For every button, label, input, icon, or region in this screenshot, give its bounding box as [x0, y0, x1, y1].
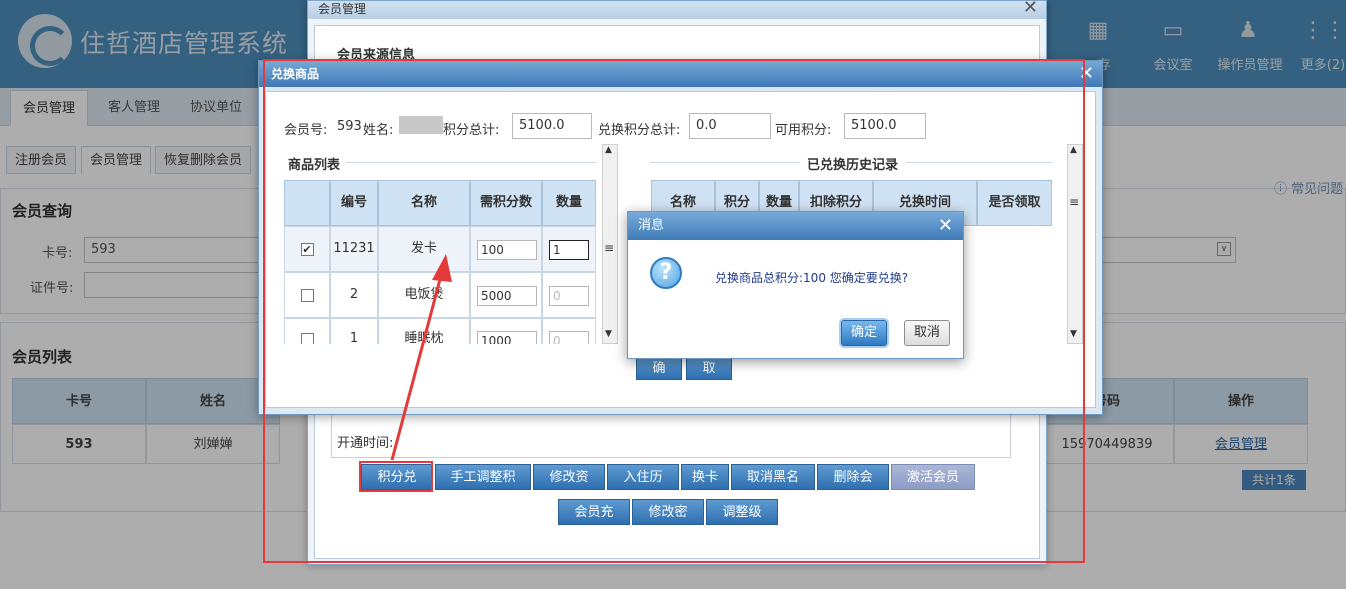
close-icon[interactable]: ✕ [938, 212, 953, 240]
confirm-cancel-button[interactable]: 取消 [904, 320, 950, 346]
message-text-suffix: 您确定要兑换? [829, 271, 909, 285]
question-icon: ? [650, 257, 682, 289]
message-title: 消息 [638, 218, 665, 233]
annotation-arrow [390, 254, 452, 461]
message-titlebar: 消息 ✕ [628, 212, 963, 240]
arrow-head [432, 254, 452, 282]
confirm-message-dialog: 消息 ✕ ? 兑换商品总积分:100 您确定要兑换? 确定 取消 [627, 211, 964, 359]
member-dialog-title: 会员管理 [318, 2, 367, 16]
confirm-ok-button[interactable]: 确定 [841, 320, 887, 346]
member-dialog-titlebar: 会员管理 ✕ [308, 0, 1046, 19]
message-text-prefix: 兑换商品总积分: [715, 271, 804, 285]
arrow-shaft [390, 271, 444, 461]
message-text: 兑换商品总积分:100 您确定要兑换? [715, 269, 908, 286]
message-body: ? 兑换商品总积分:100 您确定要兑换? 确定 取消 [628, 240, 963, 358]
close-icon[interactable]: ✕ [1023, 0, 1038, 18]
message-points: 100 [803, 271, 826, 285]
